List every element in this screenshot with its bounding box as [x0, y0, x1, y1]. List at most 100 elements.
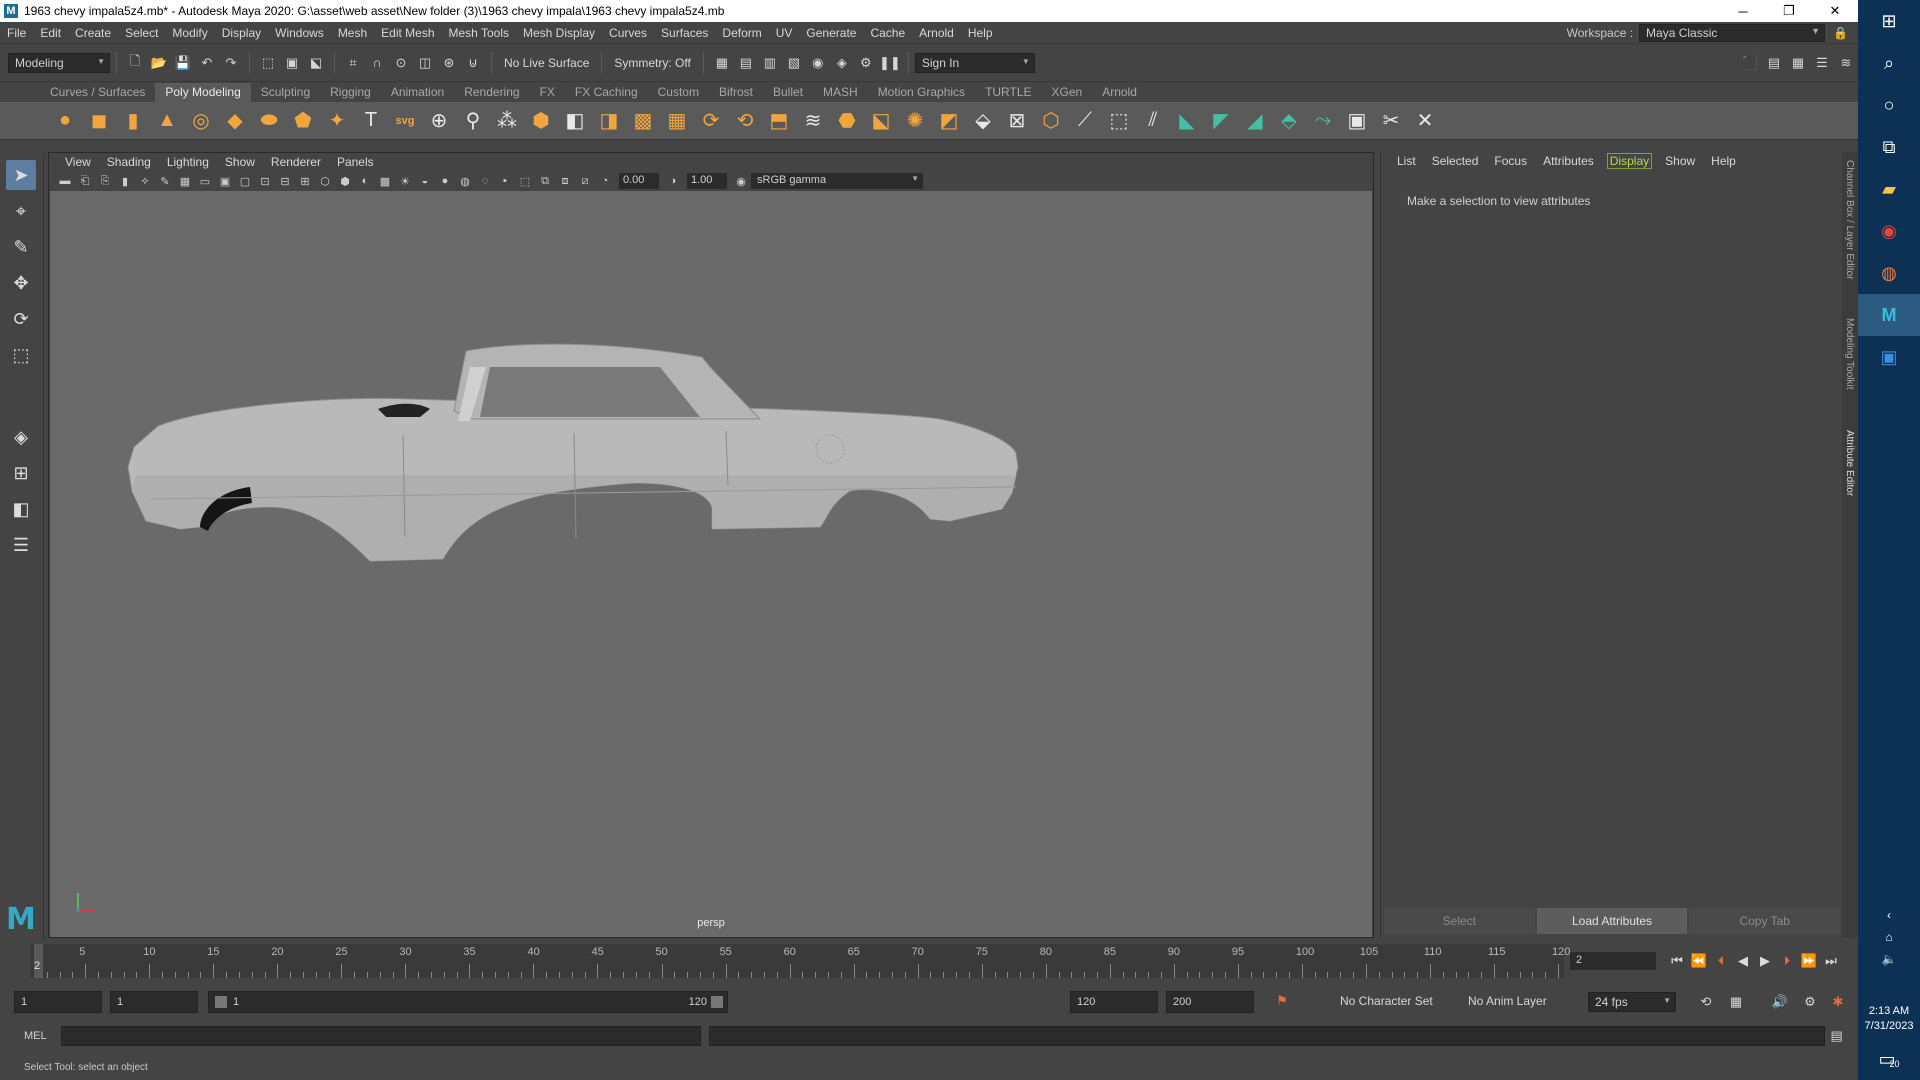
sign-in-dropdown[interactable]: Sign In: [914, 52, 1035, 73]
safe-title-icon[interactable]: ⊞: [297, 173, 313, 189]
render-view-icon[interactable]: ▦: [712, 53, 732, 73]
smooth-shade-icon[interactable]: ⬢: [337, 173, 353, 189]
color-management-icon[interactable]: ◉: [733, 173, 749, 189]
menu-generate[interactable]: Generate: [799, 26, 863, 40]
depth-of-field-icon[interactable]: ▪: [497, 173, 513, 189]
menu-mesh-tools[interactable]: Mesh Tools: [442, 26, 516, 40]
menu-mesh[interactable]: Mesh: [331, 26, 374, 40]
auto-key-icon[interactable]: ⚑: [1272, 991, 1292, 1011]
poly-cone-icon[interactable]: ▲: [153, 107, 181, 135]
shelf-tab-mash[interactable]: MASH: [813, 83, 868, 102]
ae-menu-focus[interactable]: Focus: [1486, 154, 1535, 168]
menu-surfaces[interactable]: Surfaces: [654, 26, 715, 40]
arnold-render-icon[interactable]: ◈: [832, 53, 852, 73]
ae-menu-list[interactable]: List: [1389, 154, 1424, 168]
exposure-icon[interactable]: ◔: [597, 173, 613, 189]
shelf-tab-rigging[interactable]: Rigging: [320, 83, 381, 102]
target-weld-icon[interactable]: ⬡: [1037, 107, 1065, 135]
menu-cache[interactable]: Cache: [863, 26, 912, 40]
select-hierarchy-icon[interactable]: ⬚: [258, 53, 278, 73]
use-all-lights-icon[interactable]: ☀: [397, 173, 413, 189]
ae-menu-show[interactable]: Show: [1657, 154, 1703, 168]
undo-icon[interactable]: ↶: [197, 53, 217, 73]
shelf-tab-curves-surfaces[interactable]: Curves / Surfaces: [40, 83, 155, 102]
gamma-field[interactable]: 1.00: [687, 173, 727, 189]
menu-file[interactable]: File: [0, 26, 33, 40]
task-view-icon[interactable]: ⧉: [1858, 126, 1920, 168]
poly-disc-icon[interactable]: ⬬: [255, 107, 283, 135]
view-transform-dropdown[interactable]: sRGB gamma: [751, 173, 923, 189]
xray-components-icon[interactable]: ⧄: [577, 173, 593, 189]
offset-edge-loop-icon[interactable]: ⫽: [1139, 107, 1167, 135]
playback-prefs-icon[interactable]: ✱: [1828, 992, 1848, 1012]
mirror-icon[interactable]: ◨: [595, 107, 623, 135]
menu-edit[interactable]: Edit: [33, 26, 68, 40]
go-to-end-icon[interactable]: ⏭: [1820, 952, 1842, 970]
windows-start-icon[interactable]: ⊞: [1858, 0, 1920, 42]
select-camera-icon[interactable]: ▬: [57, 173, 73, 189]
playback-range-bar[interactable]: 1 120: [208, 991, 728, 1013]
grid-icon[interactable]: ▦: [177, 173, 193, 189]
menu-edit-mesh[interactable]: Edit Mesh: [374, 26, 441, 40]
menu-mesh-display[interactable]: Mesh Display: [516, 26, 602, 40]
paint-select-icon[interactable]: ✎: [6, 232, 36, 262]
go-to-start-icon[interactable]: ⏮: [1666, 952, 1688, 970]
playback-end-field[interactable]: 120: [1070, 991, 1158, 1013]
menu-uv[interactable]: UV: [769, 26, 800, 40]
uv-sew-icon[interactable]: ✕: [1411, 107, 1439, 135]
shelf-tab-bullet[interactable]: Bullet: [763, 83, 813, 102]
polygon-stats-icon[interactable]: ⁂: [493, 107, 521, 135]
menu-modify[interactable]: Modify: [165, 26, 214, 40]
notifications-icon[interactable]: ▭ 20: [1858, 1038, 1920, 1080]
snap-live-icon[interactable]: ⊛: [439, 53, 459, 73]
textured-icon[interactable]: ▩: [377, 173, 393, 189]
symmetry-dropdown[interactable]: Symmetry: Off: [608, 56, 696, 70]
merge-icon[interactable]: ◩: [935, 107, 963, 135]
render-settings-icon[interactable]: ▧: [784, 53, 804, 73]
boolean-icon[interactable]: ▦: [663, 107, 691, 135]
firefox-icon[interactable]: ◍: [1858, 252, 1920, 294]
live-surface-label[interactable]: No Live Surface: [498, 56, 595, 70]
step-forward-frame-icon[interactable]: ⏵: [1776, 952, 1798, 970]
menu-windows[interactable]: Windows: [268, 26, 331, 40]
outliner-icon[interactable]: ☰: [6, 530, 36, 560]
exposure-field[interactable]: 0.00: [619, 173, 659, 189]
anti-aliasing-icon[interactable]: ◌: [477, 173, 493, 189]
field-chart-icon[interactable]: ⊡: [257, 173, 273, 189]
camera-attributes-icon[interactable]: ⎗: [77, 173, 93, 189]
modeling-toolkit-tab[interactable]: Modeling Toolkit: [1844, 318, 1855, 390]
hypershade-icon[interactable]: ◉: [808, 53, 828, 73]
tool-settings-icon[interactable]: ▦: [1788, 53, 1808, 73]
bevel-icon[interactable]: ⬣: [833, 107, 861, 135]
step-forward-key-icon[interactable]: ⏩: [1798, 952, 1820, 970]
play-backwards-icon[interactable]: ◀: [1732, 952, 1754, 970]
viewport-menu-renderer[interactable]: Renderer: [263, 155, 329, 169]
channel-box-tab[interactable]: Channel Box / Layer Editor: [1844, 160, 1855, 280]
combine-icon[interactable]: ⬢: [527, 107, 555, 135]
shelf-tab-motion-graphics[interactable]: Motion Graphics: [868, 83, 975, 102]
ae-menu-attributes[interactable]: Attributes: [1535, 154, 1602, 168]
viewport-menu-panels[interactable]: Panels: [329, 155, 382, 169]
bookmarks-icon[interactable]: ⎘: [97, 173, 113, 189]
snap-magnet-icon[interactable]: ⊍: [463, 53, 483, 73]
menu-display[interactable]: Display: [215, 26, 268, 40]
poly-cylinder-icon[interactable]: ▮: [119, 107, 147, 135]
redo-icon[interactable]: ↷: [221, 53, 241, 73]
search-icon[interactable]: ⌕: [1858, 42, 1920, 84]
snap-view-plane-icon[interactable]: ◫: [415, 53, 435, 73]
chrome-icon[interactable]: ◉: [1858, 210, 1920, 252]
shelf-tab-fx-caching[interactable]: FX Caching: [565, 83, 648, 102]
xray-icon[interactable]: ⧉: [537, 173, 553, 189]
channel-box-icon[interactable]: ☰: [1812, 53, 1832, 73]
ae-menu-selected[interactable]: Selected: [1424, 154, 1487, 168]
uv-unfold-icon[interactable]: ⤳: [1309, 107, 1337, 135]
end-time-field[interactable]: 200: [1166, 991, 1254, 1013]
four-view-layout-icon[interactable]: ⊞: [6, 458, 36, 488]
menu-deform[interactable]: Deform: [715, 26, 768, 40]
shelf-tab-bifrost[interactable]: Bifrost: [709, 83, 763, 102]
poly-text-icon[interactable]: T: [357, 107, 385, 135]
cache-playback-icon[interactable]: ▦: [1726, 992, 1746, 1012]
shelf-tab-sculpting[interactable]: Sculpting: [251, 83, 320, 102]
volume-icon[interactable]: 🔈: [1858, 948, 1920, 970]
poly-sphere-icon[interactable]: ●: [51, 107, 79, 135]
